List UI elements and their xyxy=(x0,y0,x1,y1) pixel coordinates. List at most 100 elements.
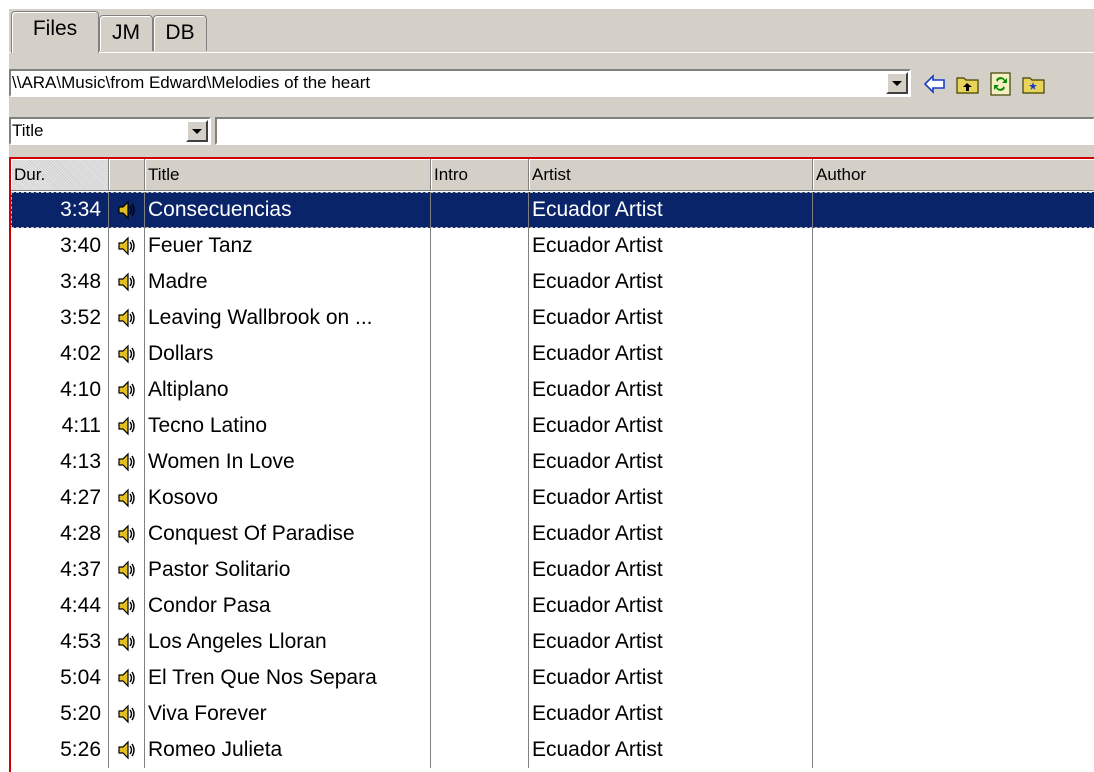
title-cell: Dollars xyxy=(148,342,214,365)
speaker-icon xyxy=(118,488,135,508)
table-row[interactable]: 5:20 Viva Forever Ecuador Artist xyxy=(11,696,1094,732)
table-row[interactable]: 3:48 Madre Ecuador Artist xyxy=(11,264,1094,300)
artist-cell: Ecuador Artist xyxy=(532,306,663,329)
artist-cell: Ecuador Artist xyxy=(532,378,663,401)
title-cell: El Tren Que Nos Separa xyxy=(148,666,377,689)
speaker-icon xyxy=(118,380,135,400)
column-header-intro[interactable]: Intro xyxy=(431,159,529,191)
filter-input[interactable] xyxy=(215,117,1094,145)
table-row[interactable]: 3:40 Feuer Tanz Ecuador Artist xyxy=(11,228,1094,264)
speaker-icon xyxy=(118,416,135,436)
column-header-author[interactable]: Author xyxy=(813,159,1094,191)
column-header-title[interactable]: Title xyxy=(145,159,431,191)
title-cell: Romeo Julieta xyxy=(148,738,283,761)
artist-cell: Ecuador Artist xyxy=(532,198,663,221)
column-header-artist[interactable]: Artist xyxy=(529,159,813,191)
duration-cell: 4:53 xyxy=(60,630,101,653)
column-divider xyxy=(528,192,529,768)
path-value: \\ARA\Music\from Edward\Melodies of the … xyxy=(12,73,371,92)
table-row[interactable]: 4:11 Tecno Latino Ecuador Artist xyxy=(11,408,1094,444)
tab-divider xyxy=(9,52,1094,53)
title-cell: Condor Pasa xyxy=(148,594,271,617)
artist-cell: Ecuador Artist xyxy=(532,594,663,617)
speaker-icon xyxy=(118,560,135,580)
artist-cell: Ecuador Artist xyxy=(532,666,663,689)
speaker-icon xyxy=(118,740,135,760)
refresh-icon[interactable] xyxy=(988,71,1014,97)
intro-cell xyxy=(431,516,529,552)
title-cell: Women In Love xyxy=(148,450,295,473)
intro-cell xyxy=(431,732,529,768)
intro-cell xyxy=(431,552,529,588)
path-dropdown-button[interactable] xyxy=(886,72,908,94)
table-row[interactable]: 4:13 Women In Love Ecuador Artist xyxy=(11,444,1094,480)
tab-files[interactable]: Files xyxy=(11,11,99,53)
tab-db[interactable]: DB xyxy=(153,15,207,51)
table-row[interactable]: 4:37 Pastor Solitario Ecuador Artist xyxy=(11,552,1094,588)
back-arrow-icon[interactable] xyxy=(922,71,948,97)
author-cell xyxy=(813,372,1094,408)
author-cell xyxy=(813,408,1094,444)
author-cell xyxy=(813,192,1094,228)
duration-cell: 4:10 xyxy=(60,378,101,401)
file-browser-panel: Files JM DB \\ARA\Music\from Edward\Melo… xyxy=(8,8,1094,772)
author-cell xyxy=(813,696,1094,732)
column-divider xyxy=(108,192,109,768)
table-row[interactable]: 3:52 Leaving Wallbrook on ... Ecuador Arti… xyxy=(11,300,1094,336)
new-folder-icon[interactable] xyxy=(1021,71,1047,97)
path-bar: \\ARA\Music\from Edward\Melodies of the … xyxy=(9,63,1094,103)
table-row[interactable]: 4:27 Kosovo Ecuador Artist xyxy=(11,480,1094,516)
filter-field-dropdown-button[interactable] xyxy=(186,120,208,142)
track-table: Dur. Title Intro Artist Author 3:34 Conse… xyxy=(9,157,1094,772)
duration-cell: 5:04 xyxy=(60,666,101,689)
author-cell xyxy=(813,264,1094,300)
table-row[interactable]: 4:44 Condor Pasa Ecuador Artist xyxy=(11,588,1094,624)
intro-cell xyxy=(431,480,529,516)
speaker-icon xyxy=(118,236,135,256)
table-row[interactable]: 5:04 El Tren Que Nos Separa Ecuador Artist xyxy=(11,660,1094,696)
speaker-icon xyxy=(118,704,135,724)
author-cell xyxy=(813,228,1094,264)
table-row[interactable]: 4:02 Dollars Ecuador Artist xyxy=(11,336,1094,372)
filter-field-select[interactable]: Title xyxy=(9,117,211,145)
author-cell xyxy=(813,444,1094,480)
speaker-icon xyxy=(118,668,135,688)
title-cell: Consecuencias xyxy=(148,198,292,221)
title-cell: Leaving Wallbrook on ... xyxy=(148,306,373,329)
table-row[interactable]: 4:53 Los Angeles Lloran Ecuador Artist xyxy=(11,624,1094,660)
column-divider xyxy=(430,192,431,768)
duration-cell: 5:26 xyxy=(60,738,101,761)
intro-cell xyxy=(431,444,529,480)
intro-cell xyxy=(431,660,529,696)
duration-cell: 3:48 xyxy=(60,270,101,293)
title-cell: Feuer Tanz xyxy=(148,234,253,257)
path-combobox[interactable]: \\ARA\Music\from Edward\Melodies of the … xyxy=(9,69,911,97)
artist-cell: Ecuador Artist xyxy=(532,342,663,365)
duration-cell: 3:52 xyxy=(60,306,101,329)
author-cell xyxy=(813,480,1094,516)
table-row[interactable]: 5:26 Romeo Julieta Ecuador Artist xyxy=(11,732,1094,768)
table-row[interactable]: 3:34 Consecuencias Ecuador Artist xyxy=(11,192,1094,228)
column-header-duration[interactable]: Dur. xyxy=(11,159,109,191)
column-header-icon[interactable] xyxy=(109,159,145,191)
author-cell xyxy=(813,588,1094,624)
table-row[interactable]: 4:10 Altiplano Ecuador Artist xyxy=(11,372,1094,408)
duration-cell: 4:27 xyxy=(60,486,101,509)
speaker-icon xyxy=(118,200,135,220)
filter-bar: Title xyxy=(9,113,1094,149)
artist-cell: Ecuador Artist xyxy=(532,522,663,545)
artist-cell: Ecuador Artist xyxy=(532,414,663,437)
title-cell: Conquest Of Paradise xyxy=(148,522,355,545)
folder-up-icon[interactable] xyxy=(955,71,981,97)
table-row[interactable]: 4:28 Conquest Of Paradise Ecuador Artist xyxy=(11,516,1094,552)
title-cell: Los Angeles Lloran xyxy=(148,630,327,653)
tab-jm[interactable]: JM xyxy=(99,15,153,51)
duration-cell: 4:37 xyxy=(60,558,101,581)
title-cell: Tecno Latino xyxy=(148,414,268,437)
artist-cell: Ecuador Artist xyxy=(532,270,663,293)
speaker-icon xyxy=(118,524,135,544)
speaker-icon xyxy=(118,632,135,652)
table-header: Dur. Title Intro Artist Author xyxy=(11,159,1094,191)
speaker-icon xyxy=(118,272,135,292)
duration-cell: 4:44 xyxy=(60,594,101,617)
